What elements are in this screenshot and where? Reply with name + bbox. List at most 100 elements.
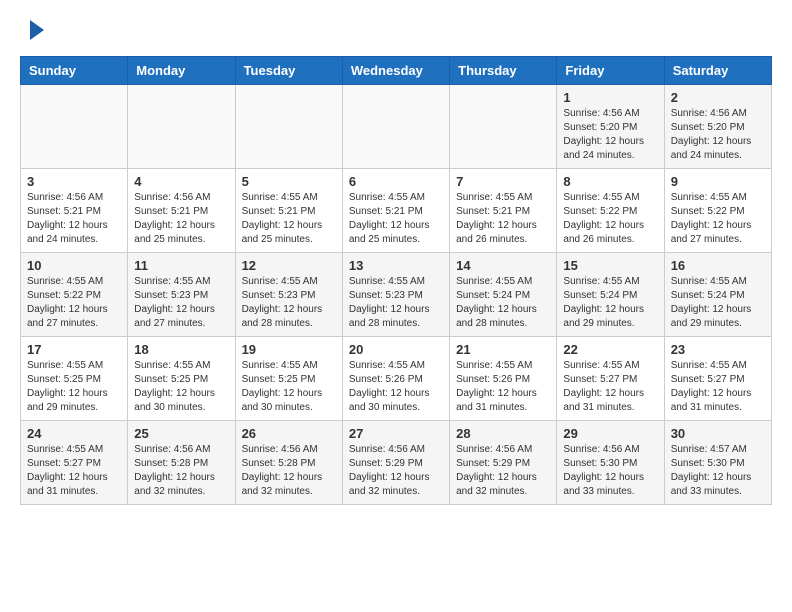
calendar-day-cell: 8 Sunrise: 4:55 AM Sunset: 5:22 PM Daylig… [557, 169, 664, 253]
calendar-day-cell: 25Sunrise: 4:56 AM Sunset: 5:28 PM Dayli… [128, 421, 235, 505]
calendar-day-cell [235, 85, 342, 169]
calendar-day-cell: 6Sunrise: 4:55 AM Sunset: 5:21 PM Daylig… [342, 169, 449, 253]
day-number: 20 [349, 342, 443, 357]
day-number: 22 [563, 342, 657, 357]
calendar-day-cell: 7 Sunrise: 4:55 AM Sunset: 5:21 PM Daylig… [450, 169, 557, 253]
page-header [20, 20, 772, 40]
day-info: Sunrise: 4:57 AM Sunset: 5:30 PM Dayligh… [671, 443, 765, 499]
day-number: 5 [242, 174, 336, 189]
calendar-day-cell: 4 Sunrise: 4:56 AM Sunset: 5:21 PM Daylig… [128, 169, 235, 253]
day-info: Sunrise: 4:56 AM Sunset: 5:21 PM Dayligh… [27, 191, 121, 247]
calendar-day-cell: 14 Sunrise: 4:55 AM Sunset: 5:24 PM Dayli… [450, 253, 557, 337]
calendar-day-cell [450, 85, 557, 169]
day-number: 8 [563, 174, 657, 189]
day-number: 9 [671, 174, 765, 189]
calendar-week-row: 24Sunrise: 4:55 AM Sunset: 5:27 PM Dayli… [21, 421, 772, 505]
day-number: 15 [563, 258, 657, 273]
day-info: Sunrise: 4:55 AM Sunset: 5:22 PM Dayligh… [563, 191, 657, 247]
day-info: Sunrise: 4:55 AM Sunset: 5:23 PM Dayligh… [349, 275, 443, 331]
day-number: 27 [349, 426, 443, 441]
calendar-header-row: SundayMondayTuesdayWednesdayThursdayFrid… [21, 57, 772, 85]
day-info: Sunrise: 4:55 AM Sunset: 5:21 PM Dayligh… [242, 191, 336, 247]
calendar-day-header: Friday [557, 57, 664, 85]
day-info: Sunrise: 4:55 AM Sunset: 5:27 PM Dayligh… [671, 359, 765, 415]
day-info: Sunrise: 4:56 AM Sunset: 5:30 PM Dayligh… [563, 443, 657, 499]
day-info: Sunrise: 4:55 AM Sunset: 5:26 PM Dayligh… [349, 359, 443, 415]
day-info: Sunrise: 4:55 AM Sunset: 5:23 PM Dayligh… [134, 275, 228, 331]
day-number: 17 [27, 342, 121, 357]
day-info: Sunrise: 4:56 AM Sunset: 5:29 PM Dayligh… [456, 443, 550, 499]
calendar-day-cell: 21Sunrise: 4:55 AM Sunset: 5:26 PM Dayli… [450, 337, 557, 421]
day-info: Sunrise: 4:55 AM Sunset: 5:25 PM Dayligh… [134, 359, 228, 415]
calendar-day-cell: 29 Sunrise: 4:56 AM Sunset: 5:30 PM Dayli… [557, 421, 664, 505]
calendar-day-header: Sunday [21, 57, 128, 85]
day-info: Sunrise: 4:55 AM Sunset: 5:27 PM Dayligh… [27, 443, 121, 499]
calendar-day-header: Saturday [664, 57, 771, 85]
day-number: 14 [456, 258, 550, 273]
calendar-day-cell: 12 Sunrise: 4:55 AM Sunset: 5:23 PM Dayli… [235, 253, 342, 337]
calendar-day-cell: 27 Sunrise: 4:56 AM Sunset: 5:29 PM Dayli… [342, 421, 449, 505]
calendar-week-row: 3 Sunrise: 4:56 AM Sunset: 5:21 PM Daylig… [21, 169, 772, 253]
day-number: 7 [456, 174, 550, 189]
calendar-week-row: 1 Sunrise: 4:56 AM Sunset: 5:20 PM Daylig… [21, 85, 772, 169]
calendar-week-row: 10 Sunrise: 4:55 AM Sunset: 5:22 PM Dayli… [21, 253, 772, 337]
calendar-day-cell [128, 85, 235, 169]
day-number: 4 [134, 174, 228, 189]
calendar-day-cell: 24Sunrise: 4:55 AM Sunset: 5:27 PM Dayli… [21, 421, 128, 505]
day-info: Sunrise: 4:55 AM Sunset: 5:27 PM Dayligh… [563, 359, 657, 415]
calendar-day-cell: 28 Sunrise: 4:56 AM Sunset: 5:29 PM Dayli… [450, 421, 557, 505]
day-number: 18 [134, 342, 228, 357]
calendar-day-cell: 10 Sunrise: 4:55 AM Sunset: 5:22 PM Dayli… [21, 253, 128, 337]
calendar-day-cell: 20 Sunrise: 4:55 AM Sunset: 5:26 PM Dayli… [342, 337, 449, 421]
day-number: 25 [134, 426, 228, 441]
day-info: Sunrise: 4:55 AM Sunset: 5:21 PM Dayligh… [456, 191, 550, 247]
day-info: Sunrise: 4:55 AM Sunset: 5:24 PM Dayligh… [671, 275, 765, 331]
day-number: 1 [563, 90, 657, 105]
day-info: Sunrise: 4:55 AM Sunset: 5:24 PM Dayligh… [456, 275, 550, 331]
calendar-day-cell: 15 Sunrise: 4:55 AM Sunset: 5:24 PM Dayli… [557, 253, 664, 337]
day-info: Sunrise: 4:55 AM Sunset: 5:22 PM Dayligh… [27, 275, 121, 331]
day-number: 23 [671, 342, 765, 357]
calendar-day-cell [21, 85, 128, 169]
calendar-day-cell: 9 Sunrise: 4:55 AM Sunset: 5:22 PM Daylig… [664, 169, 771, 253]
day-number: 28 [456, 426, 550, 441]
calendar-day-cell: 2 Sunrise: 4:56 AM Sunset: 5:20 PM Daylig… [664, 85, 771, 169]
day-number: 29 [563, 426, 657, 441]
day-number: 12 [242, 258, 336, 273]
day-info: Sunrise: 4:55 AM Sunset: 5:23 PM Dayligh… [242, 275, 336, 331]
day-number: 16 [671, 258, 765, 273]
calendar-day-cell: 5 Sunrise: 4:55 AM Sunset: 5:21 PM Daylig… [235, 169, 342, 253]
logo [20, 20, 44, 40]
calendar-day-cell: 26 Sunrise: 4:56 AM Sunset: 5:28 PM Dayli… [235, 421, 342, 505]
calendar-week-row: 17 Sunrise: 4:55 AM Sunset: 5:25 PM Dayli… [21, 337, 772, 421]
logo-arrow-icon [30, 20, 44, 40]
day-number: 30 [671, 426, 765, 441]
day-info: Sunrise: 4:56 AM Sunset: 5:29 PM Dayligh… [349, 443, 443, 499]
day-number: 2 [671, 90, 765, 105]
day-info: Sunrise: 4:56 AM Sunset: 5:21 PM Dayligh… [134, 191, 228, 247]
calendar-day-cell: 11 Sunrise: 4:55 AM Sunset: 5:23 PM Dayli… [128, 253, 235, 337]
calendar-day-cell [342, 85, 449, 169]
day-info: Sunrise: 4:55 AM Sunset: 5:25 PM Dayligh… [27, 359, 121, 415]
calendar-day-header: Monday [128, 57, 235, 85]
calendar-day-cell: 1 Sunrise: 4:56 AM Sunset: 5:20 PM Daylig… [557, 85, 664, 169]
calendar-day-cell: 3 Sunrise: 4:56 AM Sunset: 5:21 PM Daylig… [21, 169, 128, 253]
day-number: 26 [242, 426, 336, 441]
calendar-day-header: Tuesday [235, 57, 342, 85]
day-info: Sunrise: 4:55 AM Sunset: 5:25 PM Dayligh… [242, 359, 336, 415]
calendar-day-header: Wednesday [342, 57, 449, 85]
day-info: Sunrise: 4:56 AM Sunset: 5:28 PM Dayligh… [242, 443, 336, 499]
day-info: Sunrise: 4:55 AM Sunset: 5:22 PM Dayligh… [671, 191, 765, 247]
calendar-day-header: Thursday [450, 57, 557, 85]
calendar-day-cell: 19Sunrise: 4:55 AM Sunset: 5:25 PM Dayli… [235, 337, 342, 421]
day-number: 3 [27, 174, 121, 189]
calendar-table: SundayMondayTuesdayWednesdayThursdayFrid… [20, 56, 772, 505]
calendar-day-cell: 17 Sunrise: 4:55 AM Sunset: 5:25 PM Dayli… [21, 337, 128, 421]
day-number: 13 [349, 258, 443, 273]
day-info: Sunrise: 4:56 AM Sunset: 5:20 PM Dayligh… [671, 107, 765, 163]
day-info: Sunrise: 4:55 AM Sunset: 5:24 PM Dayligh… [563, 275, 657, 331]
day-number: 10 [27, 258, 121, 273]
calendar-day-cell: 30 Sunrise: 4:57 AM Sunset: 5:30 PM Dayli… [664, 421, 771, 505]
day-number: 11 [134, 258, 228, 273]
day-info: Sunrise: 4:56 AM Sunset: 5:20 PM Dayligh… [563, 107, 657, 163]
